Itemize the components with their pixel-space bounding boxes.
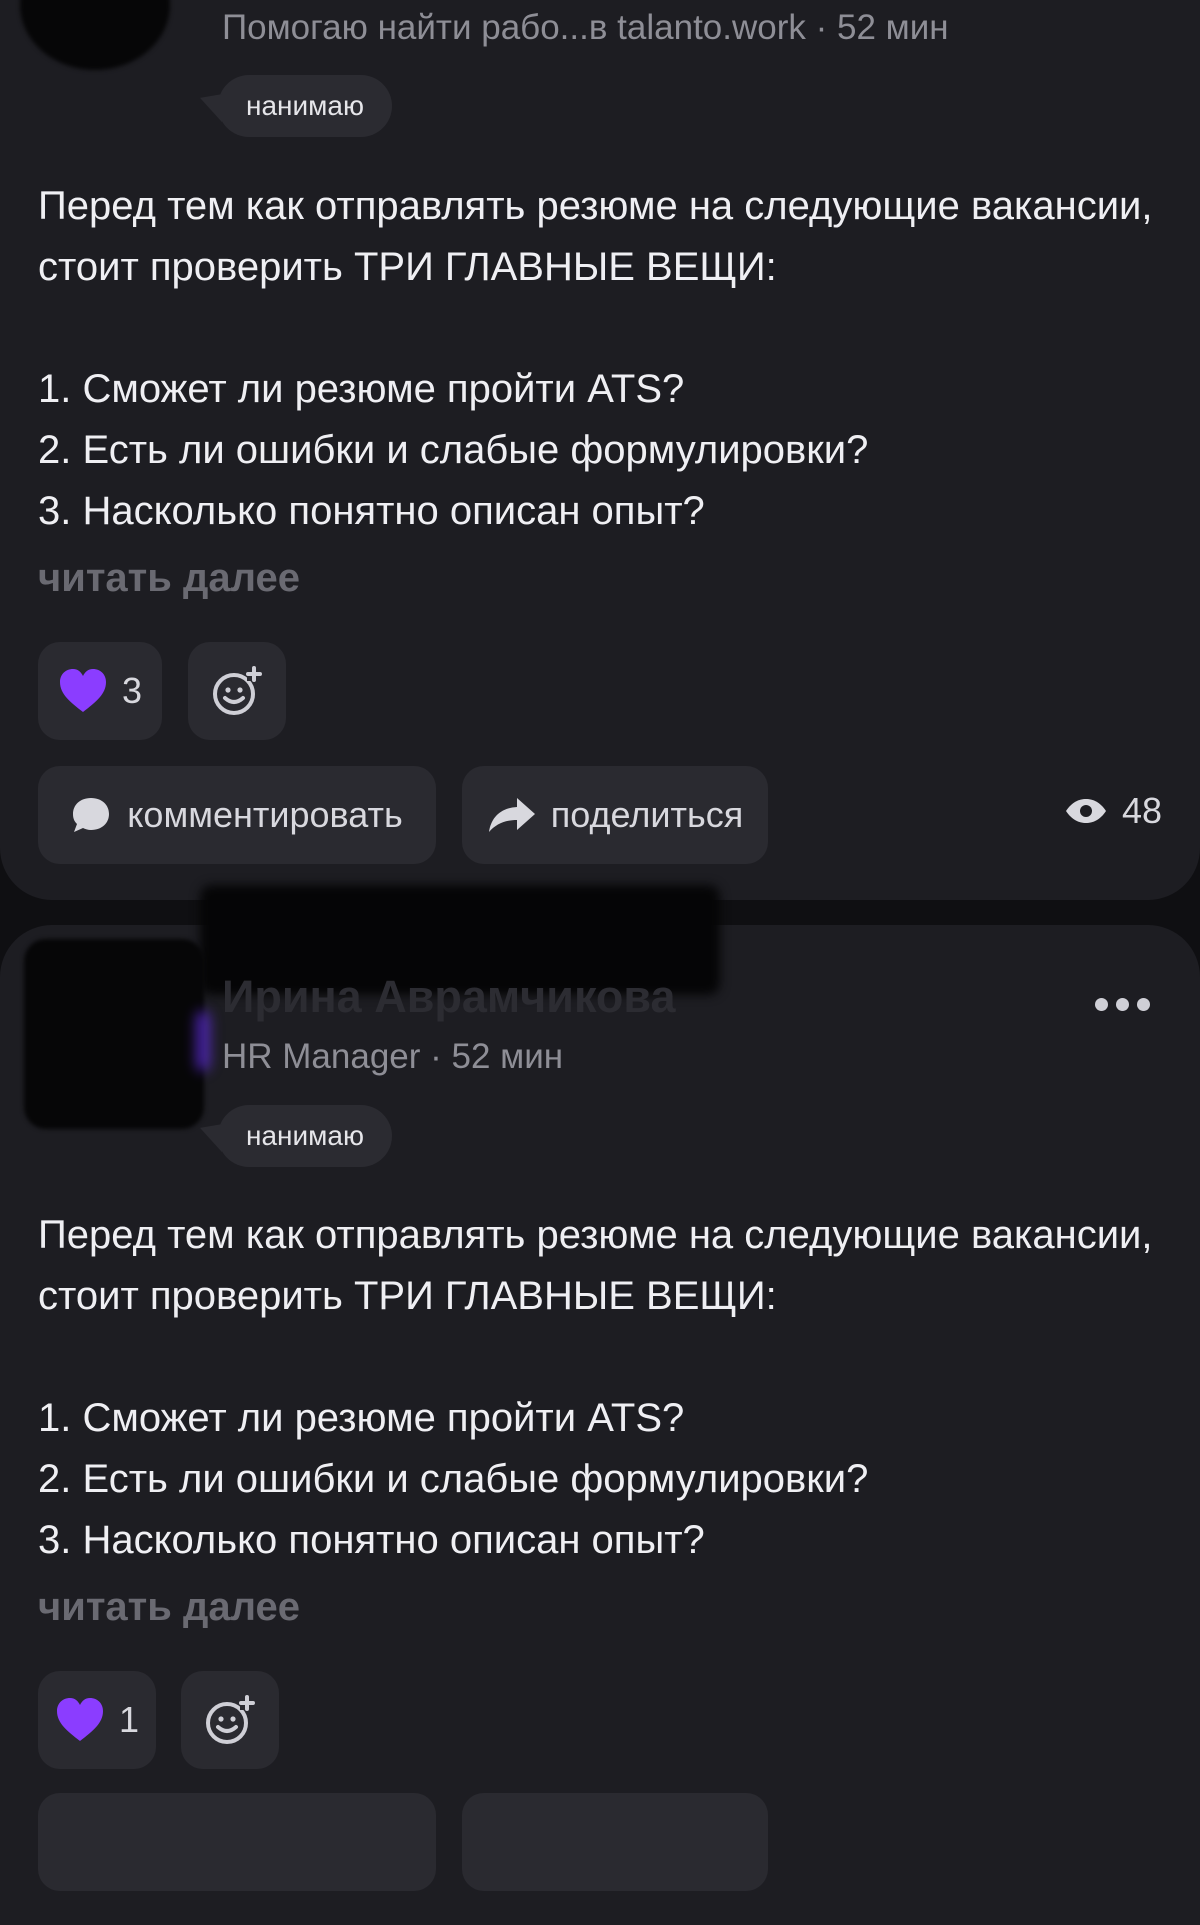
comment-button[interactable] — [38, 1793, 436, 1891]
post-body: Перед тем как отправлять резюме на следу… — [38, 1205, 1158, 1571]
post-point: 1. Сможет ли резюме пройти ATS? — [38, 367, 685, 411]
post-point: 2. Есть ли ошибки и слабые формулировки? — [38, 428, 869, 472]
share-label: поделиться — [550, 794, 744, 835]
post-point: 3. Насколько понятно описан опыт? — [38, 489, 705, 533]
author-subtitle: Помогаю найти рабо...в talanto.work · 52… — [222, 8, 949, 47]
more-options-icon[interactable] — [1095, 998, 1150, 1011]
comment-button[interactable]: комментировать — [38, 766, 436, 864]
add-reaction-button[interactable] — [188, 642, 286, 740]
status-tag: нанимаю — [218, 1105, 392, 1167]
like-button[interactable]: 1 — [38, 1671, 156, 1769]
comment-label: комментировать — [127, 794, 403, 835]
add-reaction-button[interactable] — [181, 1671, 279, 1769]
add-reaction-icon — [213, 666, 262, 715]
like-button[interactable]: 3 — [38, 642, 162, 740]
views-count: 48 — [1121, 790, 1162, 831]
comment-icon — [73, 798, 110, 832]
share-button[interactable]: поделиться — [462, 766, 768, 864]
read-more-link[interactable]: читать далее — [38, 1585, 300, 1630]
heart-icon — [56, 1698, 103, 1741]
post-body: Перед тем как отправлять резюме на следу… — [38, 176, 1158, 542]
author-subtitle: HR Manager · 52 мин — [222, 1037, 564, 1076]
avatar[interactable] — [20, 0, 170, 70]
post-point: 1. Сможет ли резюме пройти ATS? — [38, 1396, 685, 1440]
read-more-link[interactable]: читать далее — [38, 556, 300, 601]
author-name[interactable]: Ирина Аврамчикова — [222, 971, 675, 1023]
post-point: 3. Насколько понятно описан опыт? — [38, 1518, 705, 1562]
views-counter: 48 — [1064, 790, 1162, 832]
avatar[interactable] — [24, 939, 210, 1129]
heart-icon — [59, 669, 106, 712]
post-point: 2. Есть ли ошибки и слабые формулировки? — [38, 1457, 869, 1501]
status-tag: нанимаю — [218, 75, 392, 137]
share-button[interactable] — [462, 1793, 768, 1891]
post-intro: Перед тем как отправлять резюме на следу… — [38, 1213, 1153, 1318]
like-count: 1 — [118, 1699, 140, 1740]
add-reaction-icon — [206, 1695, 255, 1744]
post-card: Помогаю найти рабо...в talanto.work · 52… — [0, 0, 1200, 900]
post-card: Ирина Аврамчикова HR Manager · 52 мин на… — [0, 885, 1200, 1925]
post-intro: Перед тем как отправлять резюме на следу… — [38, 184, 1153, 289]
eye-icon — [1065, 799, 1106, 823]
share-icon — [488, 798, 535, 832]
like-count: 3 — [121, 670, 143, 711]
